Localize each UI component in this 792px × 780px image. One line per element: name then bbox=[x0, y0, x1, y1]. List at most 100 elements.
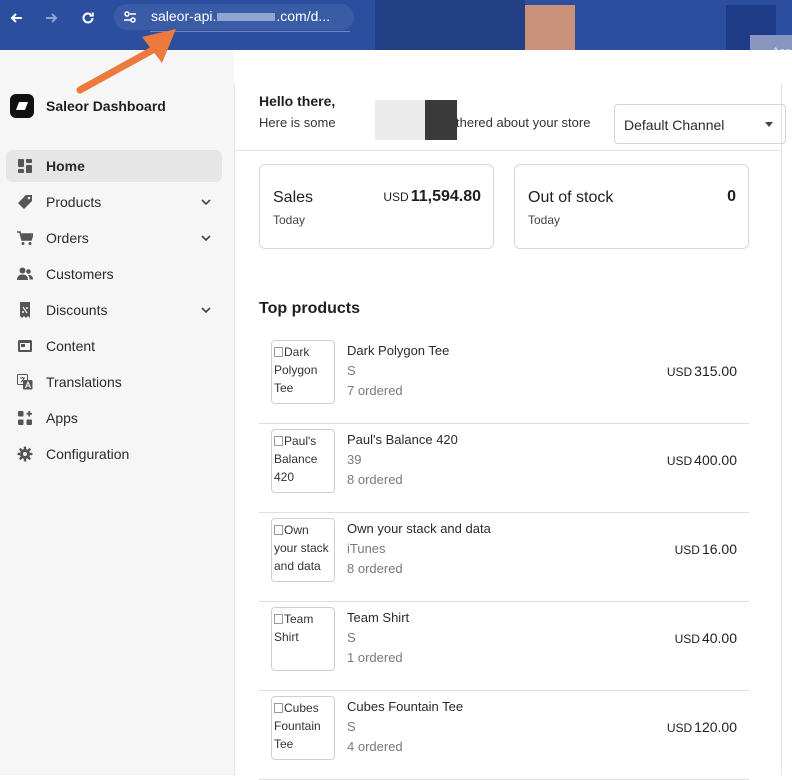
top-product-row[interactable]: Team Shirt Team Shirt S 1 ordered USD 40.… bbox=[259, 602, 749, 691]
product-ordered-count: 7 ordered bbox=[347, 383, 403, 398]
currency-code: USD bbox=[666, 365, 693, 379]
content-right-edge bbox=[781, 84, 782, 775]
forward-arrow-icon[interactable] bbox=[42, 9, 60, 27]
price-amount: 400.00 bbox=[694, 452, 737, 468]
product-variant: iTunes bbox=[347, 541, 386, 556]
product-thumbnail: Paul's Balance 420 bbox=[271, 429, 335, 493]
sidebar-item-label: Home bbox=[46, 158, 85, 174]
sidebar-item-content[interactable]: Content bbox=[6, 330, 222, 362]
product-thumbnail: Team Shirt bbox=[271, 607, 335, 671]
gear-icon bbox=[16, 445, 34, 463]
sidebar-item-products[interactable]: Products bbox=[6, 186, 222, 218]
url-text[interactable]: saleor-api. .com/d... bbox=[151, 8, 330, 24]
product-name: Dark Polygon Tee bbox=[347, 343, 450, 358]
brand-name: Saleor Dashboard bbox=[46, 98, 166, 114]
product-price: USD 315.00 bbox=[667, 363, 737, 379]
sales-amount: 11,594.80 bbox=[410, 188, 481, 205]
profile-swatch[interactable] bbox=[525, 5, 575, 50]
back-arrow-icon[interactable] bbox=[8, 9, 26, 27]
price-amount: 40.00 bbox=[701, 630, 737, 646]
product-price: USD 40.00 bbox=[675, 630, 737, 646]
annotation-arrow-icon bbox=[76, 29, 176, 94]
out-of-stock-period: Today bbox=[528, 213, 561, 227]
greeting-subtitle-end: thered about your store bbox=[456, 115, 591, 130]
url-host-prefix: saleor-api. bbox=[151, 8, 217, 24]
sidebar-item-home[interactable]: Home bbox=[6, 150, 222, 182]
sidebar-divider bbox=[234, 84, 235, 775]
caret-down-icon bbox=[765, 122, 773, 127]
sidebar-item-label: Customers bbox=[46, 266, 114, 282]
product-price: USD 400.00 bbox=[667, 452, 737, 468]
sidebar-item-label: Orders bbox=[46, 230, 89, 246]
out-of-stock-card: Out of stock Today 0 bbox=[514, 164, 749, 249]
url-host-suffix: .com/d... bbox=[276, 8, 331, 24]
price-amount: 315.00 bbox=[694, 363, 737, 379]
home-grid-icon bbox=[16, 157, 34, 175]
sales-card-title: Sales bbox=[273, 189, 314, 206]
content-icon bbox=[16, 337, 34, 355]
header-divider bbox=[234, 150, 782, 151]
chevron-down-icon[interactable] bbox=[200, 232, 212, 244]
sales-card-period: Today bbox=[273, 213, 306, 227]
ticket-icon bbox=[16, 301, 34, 319]
sidebar-item-configuration[interactable]: Configuration bbox=[6, 438, 222, 470]
product-variant: S bbox=[347, 719, 356, 734]
product-ordered-count: 4 ordered bbox=[347, 739, 403, 754]
url-redaction bbox=[217, 13, 276, 22]
broken-image-icon bbox=[274, 436, 283, 446]
product-variant: S bbox=[347, 363, 356, 378]
out-of-stock-value: 0 bbox=[727, 188, 736, 205]
chevron-down-icon[interactable] bbox=[200, 304, 212, 316]
saleor-logo-icon bbox=[10, 94, 34, 118]
product-price: USD 120.00 bbox=[667, 719, 737, 735]
product-name: Paul's Balance 420 bbox=[347, 432, 458, 447]
product-ordered-count: 8 ordered bbox=[347, 472, 403, 487]
channel-select[interactable]: Default Channel bbox=[614, 104, 786, 144]
tag-icon bbox=[16, 193, 34, 211]
product-name: Cubes Fountain Tee bbox=[347, 699, 464, 714]
sidebar-menu: Home Products Orders Customers Discounts… bbox=[6, 150, 222, 474]
site-settings-icon[interactable] bbox=[121, 8, 139, 26]
sidebar-item-translations[interactable]: Translations bbox=[6, 366, 222, 398]
product-ordered-count: 8 ordered bbox=[347, 561, 403, 576]
broken-image-icon bbox=[274, 614, 283, 624]
sidebar-item-label: Translations bbox=[46, 374, 122, 390]
chevron-down-icon[interactable] bbox=[200, 196, 212, 208]
currency-code: USD bbox=[666, 721, 693, 735]
product-ordered-count: 1 ordered bbox=[347, 650, 403, 665]
channel-select-value: Default Channel bbox=[624, 117, 725, 133]
currency-code: USD bbox=[674, 543, 700, 557]
greeting-subtitle: Here is some bbox=[259, 115, 336, 130]
translate-icon bbox=[16, 373, 34, 391]
sidebar-item-discounts[interactable]: Discounts bbox=[6, 294, 222, 326]
product-variant: S bbox=[347, 630, 356, 645]
sidebar-item-label: Discounts bbox=[46, 302, 108, 318]
top-product-row[interactable]: Paul's Balance 420 Paul's Balance 420 39… bbox=[259, 424, 749, 513]
product-variant: 39 bbox=[347, 452, 362, 467]
apps-icon bbox=[16, 409, 34, 427]
greeting-title: Hello there, bbox=[259, 93, 336, 109]
product-thumbnail: Own your stack and data bbox=[271, 518, 335, 582]
sidebar-item-label: Configuration bbox=[46, 446, 130, 462]
currency-code: USD bbox=[666, 454, 693, 468]
broken-image-icon bbox=[274, 703, 283, 713]
sidebar-item-apps[interactable]: Apps bbox=[6, 402, 222, 434]
top-product-row[interactable]: Cubes Fountain Tee Cubes Fountain Tee S … bbox=[259, 691, 749, 780]
sidebar-item-label: Content bbox=[46, 338, 96, 354]
product-thumbnail: Dark Polygon Tee bbox=[271, 340, 335, 404]
product-name: Team Shirt bbox=[347, 610, 410, 625]
product-thumbnail: Cubes Fountain Tee bbox=[271, 696, 335, 760]
toolbar-dark-area bbox=[375, 0, 525, 50]
sidebar-item-orders[interactable]: Orders bbox=[6, 222, 222, 254]
top-product-row[interactable]: Dark Polygon Tee Dark Polygon Tee S 7 or… bbox=[259, 335, 749, 424]
sidebar: Saleor Dashboard Home Products Orders Cu… bbox=[0, 50, 234, 775]
sales-card-value: USD 11,594.80 bbox=[383, 188, 481, 206]
price-amount: 120.00 bbox=[694, 719, 737, 735]
top-product-row[interactable]: Own your stack and data Own your stack a… bbox=[259, 513, 749, 602]
currency-code: USD bbox=[674, 632, 700, 646]
currency-code: USD bbox=[383, 190, 409, 204]
sales-card: Sales Today USD 11,594.80 bbox=[259, 164, 494, 249]
sidebar-item-customers[interactable]: Customers bbox=[6, 258, 222, 290]
redaction-block-dark bbox=[425, 100, 457, 140]
cart-icon bbox=[16, 229, 34, 247]
